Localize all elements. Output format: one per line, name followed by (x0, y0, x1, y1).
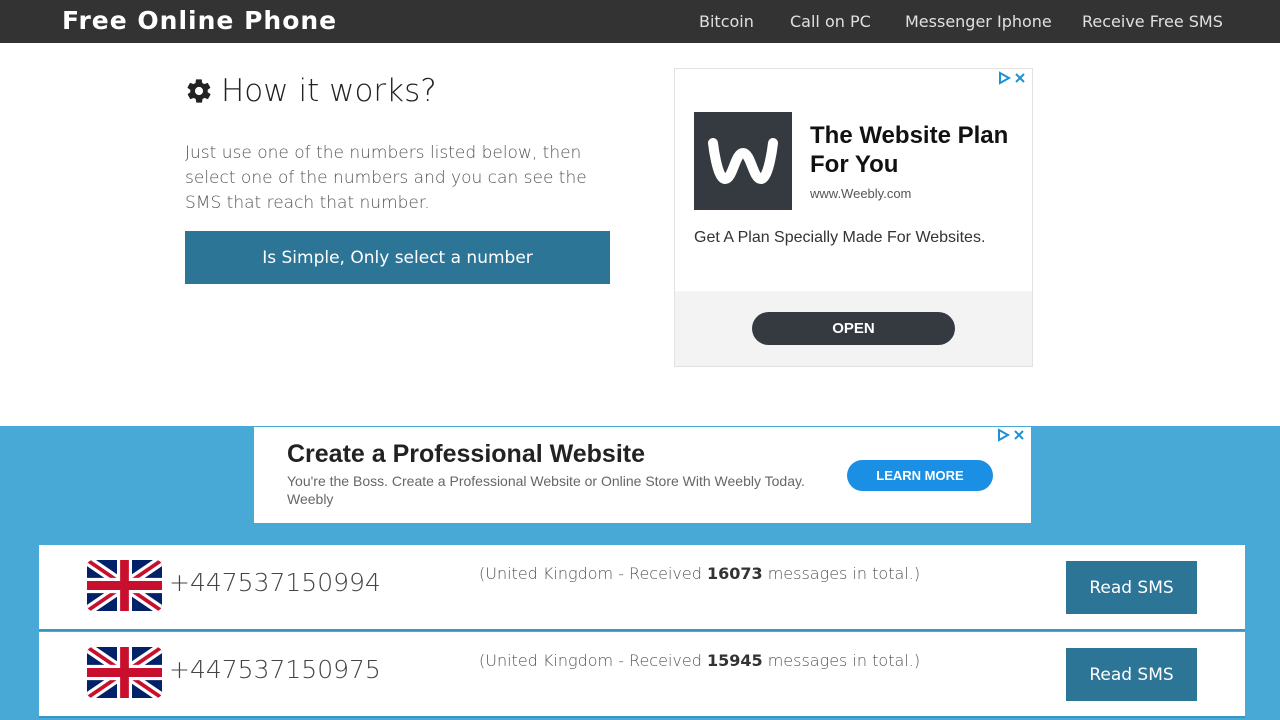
phone-number[interactable]: +447537150994 (169, 568, 381, 597)
read-sms-button[interactable]: Read SMS (1066, 561, 1197, 614)
read-sms-button[interactable]: Read SMS (1066, 648, 1197, 701)
select-number-button[interactable]: Is Simple, Only select a number (185, 231, 610, 284)
gear-icon (187, 79, 211, 103)
adchoices-icon[interactable] (997, 428, 1027, 445)
uk-flag-icon (87, 560, 162, 611)
brand-link[interactable]: Free Online Phone (62, 6, 337, 35)
ad-banner-headline[interactable]: Create a Professional Website (287, 440, 645, 469)
message-count: 15945 (706, 651, 763, 670)
number-info: (United Kingdom - Received 16073 message… (479, 564, 920, 583)
nav-link-call-on-pc[interactable]: Call on PC (790, 12, 871, 31)
number-row: +447537150994 (United Kingdom - Received… (39, 545, 1245, 631)
ad-description: Get A Plan Specially Made For Websites. (694, 229, 986, 246)
number-info-suffix: messages in total.) (762, 564, 921, 583)
top-navbar: Free Online Phone Bitcoin Call on PC Mes… (0, 0, 1280, 43)
how-it-works-heading: How it works? (185, 73, 437, 109)
ad-weebly-box[interactable]: The Website Plan For You www.Weebly.com … (674, 68, 1033, 367)
how-it-works-text: Just use one of the numbers listed below… (185, 143, 587, 213)
phone-number[interactable]: +447537150975 (169, 655, 381, 684)
ad-open-button[interactable]: OPEN (752, 312, 955, 345)
number-info-prefix: (United Kingdom - Received (479, 651, 707, 670)
number-info-prefix: (United Kingdom - Received (479, 564, 707, 583)
ad-headline[interactable]: The Website Plan For You (810, 121, 1020, 179)
how-it-works-title: How it works? (221, 73, 437, 109)
number-row: +447537150975 (United Kingdom - Received… (39, 632, 1245, 718)
ad-banner-weebly[interactable]: Create a Professional Website You're the… (254, 427, 1031, 523)
ad-url[interactable]: www.Weebly.com (810, 186, 911, 201)
uk-flag-icon (87, 647, 162, 698)
nav-link-messenger-iphone[interactable]: Messenger Iphone (905, 12, 1052, 31)
adchoices-icon[interactable] (998, 71, 1028, 88)
nav-link-receive-free-sms[interactable]: Receive Free SMS (1082, 12, 1223, 31)
nav-link-bitcoin[interactable]: Bitcoin (699, 12, 754, 31)
ad-banner-description: You're the Boss. Create a Professional W… (287, 473, 805, 507)
message-count: 16073 (706, 564, 763, 583)
number-info: (United Kingdom - Received 15945 message… (479, 651, 920, 670)
weebly-logo[interactable] (694, 112, 792, 210)
ad-learn-more-button[interactable]: LEARN MORE (847, 460, 993, 491)
number-info-suffix: messages in total.) (762, 651, 921, 670)
